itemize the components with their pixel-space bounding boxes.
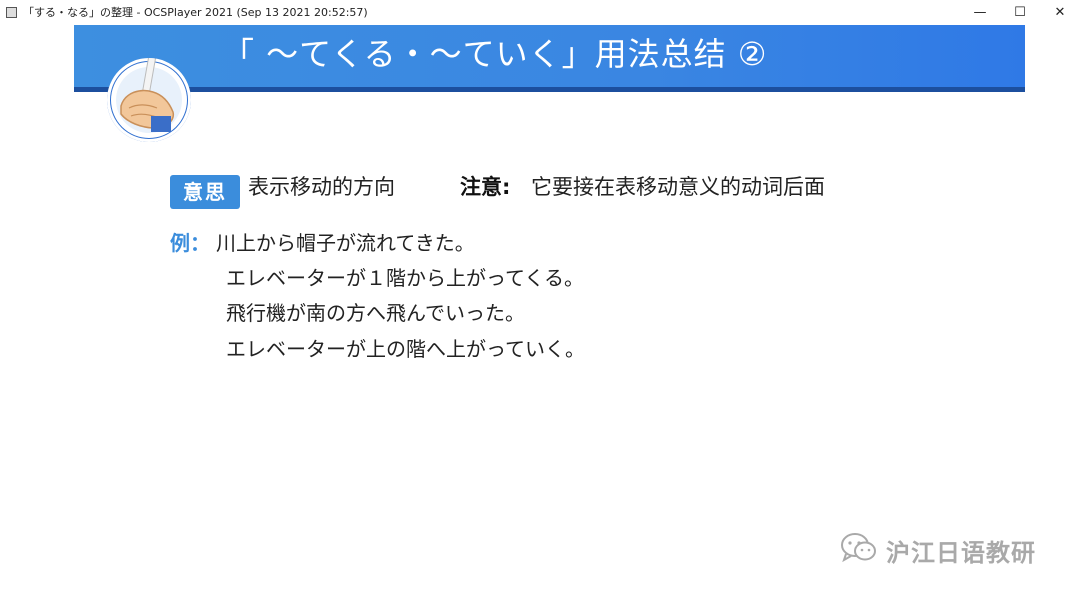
meaning-tag: 意思: [170, 175, 240, 209]
wechat-icon: [840, 532, 878, 568]
close-button[interactable]: ✕: [1040, 0, 1080, 24]
hand-pen-logo-icon: [107, 58, 191, 142]
note-label: 注意:: [460, 175, 511, 199]
note-text: 它要接在表移动意义的动词后面: [531, 175, 825, 199]
watermark: 沪江日语教研: [840, 532, 1036, 568]
window-controls: — ☐ ✕: [960, 0, 1080, 24]
slide-header-underline: [74, 87, 1025, 92]
meaning-text: 表示移动的方向: [248, 175, 395, 199]
example-sentence: エレベーターが上の階へ上がっていく。: [226, 337, 585, 361]
watermark-text: 沪江日语教研: [886, 538, 1036, 567]
minimize-button[interactable]: —: [960, 0, 1000, 24]
app-icon: [6, 6, 17, 18]
maximize-button[interactable]: ☐: [1000, 0, 1040, 24]
example-sentence: エレベーターが１階から上がってくる。: [226, 266, 584, 290]
window-titlebar: 「する・なる」の整理 - OCSPlayer 2021 (Sep 13 2021…: [0, 0, 1080, 24]
window-title: 「する・なる」の整理 - OCSPlayer 2021 (Sep 13 2021…: [23, 6, 368, 19]
example-sentence: 飛行機が南の方へ飛んでいった。: [226, 301, 525, 325]
example-sentence: 川上から帽子が流れてきた。: [216, 231, 475, 255]
slide-title: 「 ～てくる・～ていく」用法总结 ②: [222, 35, 768, 73]
example-label: 例：: [170, 231, 210, 255]
